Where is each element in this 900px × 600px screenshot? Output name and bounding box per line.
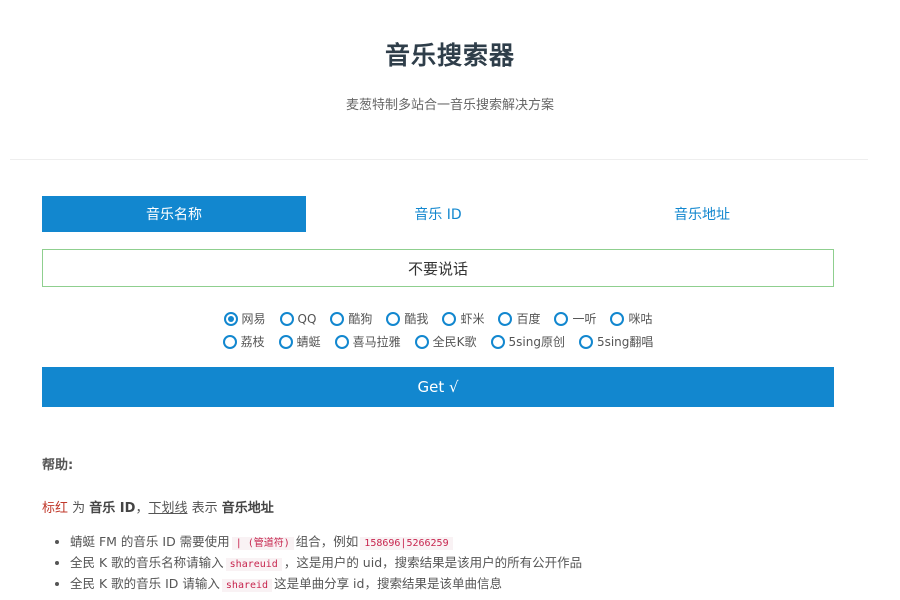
source-option-ximalaya[interactable]: 喜马拉雅 bbox=[334, 333, 401, 350]
help-note: 全民 K 歌的音乐 ID 请输入shareid这是单曲分享 id，搜索结果是该单… bbox=[70, 576, 842, 592]
source-option-kuwo[interactable]: 酷我 bbox=[386, 310, 428, 327]
source-option-label: 网易 bbox=[241, 312, 266, 326]
source-option-baidu[interactable]: 百度 bbox=[498, 310, 540, 327]
legend-red-text: 标红 bbox=[42, 501, 69, 516]
source-option-label: 酷狗 bbox=[348, 312, 373, 326]
source-option-label: 一听 bbox=[572, 312, 597, 326]
note-code: 158696|5266259 bbox=[360, 537, 453, 550]
legend-music-id: 音乐 ID bbox=[89, 501, 136, 516]
radio-icon bbox=[278, 334, 293, 349]
radio-icon bbox=[414, 334, 429, 349]
note-code: shareid bbox=[221, 579, 273, 592]
source-options-row-2: 荔枝 蜻蜓 喜马拉雅 全民K歌 5sing原创 5sing翻唱 bbox=[42, 333, 834, 350]
radio-icon bbox=[490, 334, 505, 349]
note-text: 蜻蜓 FM 的音乐 ID 需要使用 bbox=[70, 534, 230, 549]
source-option-label: 咪咕 bbox=[628, 312, 653, 326]
legend-text: 为 bbox=[68, 501, 90, 516]
radio-icon bbox=[330, 311, 345, 326]
source-option-5sing-original[interactable]: 5sing原创 bbox=[490, 333, 565, 350]
help-legend: 标红 为 音乐 ID，下划线 表示 音乐地址 bbox=[42, 497, 842, 516]
source-option-lizhi[interactable]: 荔枝 bbox=[222, 333, 265, 350]
source-option-1ting[interactable]: 一听 bbox=[554, 310, 596, 327]
get-button[interactable]: Get √ bbox=[42, 367, 834, 407]
radio-icon bbox=[279, 311, 294, 326]
radio-icon bbox=[578, 334, 593, 349]
radio-icon bbox=[222, 334, 237, 349]
radio-icon bbox=[386, 311, 401, 326]
source-option-xiami[interactable]: 虾米 bbox=[442, 310, 484, 327]
page-subtitle: 麦葱特制多站合一音乐搜索解决方案 bbox=[345, 98, 554, 113]
legend-text: 表示 bbox=[187, 501, 222, 516]
source-option-label: 虾米 bbox=[460, 312, 485, 326]
page-header: 音乐搜索器 麦葱特制多站合一音乐搜索解决方案 bbox=[0, 0, 900, 113]
source-option-qingting[interactable]: 蜻蜓 bbox=[278, 333, 321, 350]
tab-music-name[interactable]: 音乐名称 bbox=[42, 196, 306, 232]
help-notes-list: 蜻蜓 FM 的音乐 ID 需要使用| (管道符)组合，例如158696|5266… bbox=[42, 534, 842, 592]
search-input-wrapper bbox=[42, 249, 834, 287]
source-options-row-1: 网易 QQ 酷狗 酷我 虾米 百度 一听 咪咕 bbox=[42, 310, 834, 327]
search-mode-tabs: 音乐名称 音乐 ID 音乐地址 bbox=[42, 196, 834, 232]
page-title: 音乐搜索器 bbox=[384, 41, 515, 70]
note-text: 全民 K 歌的音乐名称请输入 bbox=[70, 555, 224, 570]
note-text: 全民 K 歌的音乐 ID 请输入 bbox=[70, 576, 220, 591]
legend-text: ， bbox=[135, 501, 149, 516]
source-option-label: 5sing翻唱 bbox=[596, 335, 654, 349]
search-input[interactable] bbox=[42, 249, 834, 287]
source-option-netease[interactable]: 网易 bbox=[223, 310, 266, 327]
tab-music-url[interactable]: 音乐地址 bbox=[570, 196, 834, 232]
source-option-label: QQ bbox=[297, 311, 317, 326]
source-option-5sing-cover[interactable]: 5sing翻唱 bbox=[578, 333, 654, 350]
help-section: 帮助: 标红 为 音乐 ID，下划线 表示 音乐地址 蜻蜓 FM 的音乐 ID … bbox=[42, 454, 842, 597]
tab-music-id[interactable]: 音乐 ID bbox=[306, 196, 570, 232]
help-note: 蜻蜓 FM 的音乐 ID 需要使用| (管道符)组合，例如158696|5266… bbox=[70, 534, 842, 550]
source-option-migu[interactable]: 咪咕 bbox=[610, 310, 653, 327]
source-option-label: 喜马拉雅 bbox=[352, 335, 401, 349]
source-option-label: 5sing原创 bbox=[508, 335, 565, 349]
note-code: | (管道符) bbox=[231, 537, 294, 550]
help-title: 帮助: bbox=[42, 458, 74, 473]
source-option-kg[interactable]: 全民K歌 bbox=[414, 333, 477, 350]
note-text: 这是单曲分享 id，搜索结果是该单曲信息 bbox=[274, 576, 502, 591]
legend-underline-text: 下划线 bbox=[148, 501, 188, 516]
source-option-qq[interactable]: QQ bbox=[279, 310, 317, 327]
legend-music-url: 音乐地址 bbox=[221, 501, 274, 516]
help-note: 全民 K 歌的音乐名称请输入shareuid，这是用户的 uid，搜索结果是该用… bbox=[70, 555, 842, 571]
note-text: ，这是用户的 uid，搜索结果是该用户的所有公开作品 bbox=[283, 555, 583, 570]
source-option-label: 百度 bbox=[516, 312, 541, 326]
radio-checked-icon bbox=[223, 311, 238, 326]
radio-icon bbox=[610, 311, 625, 326]
source-option-label: 蜻蜓 bbox=[296, 335, 321, 349]
radio-icon bbox=[498, 311, 513, 326]
note-text: 组合，例如 bbox=[295, 534, 359, 549]
radio-icon bbox=[334, 334, 349, 349]
note-code: shareuid bbox=[225, 558, 282, 571]
source-option-label: 酷我 bbox=[404, 312, 429, 326]
source-option-label: 荔枝 bbox=[240, 335, 265, 349]
radio-icon bbox=[442, 311, 457, 326]
header-divider bbox=[10, 159, 868, 160]
radio-icon bbox=[554, 311, 569, 326]
source-option-kugou[interactable]: 酷狗 bbox=[330, 310, 372, 327]
source-option-label: 全民K歌 bbox=[432, 335, 477, 349]
